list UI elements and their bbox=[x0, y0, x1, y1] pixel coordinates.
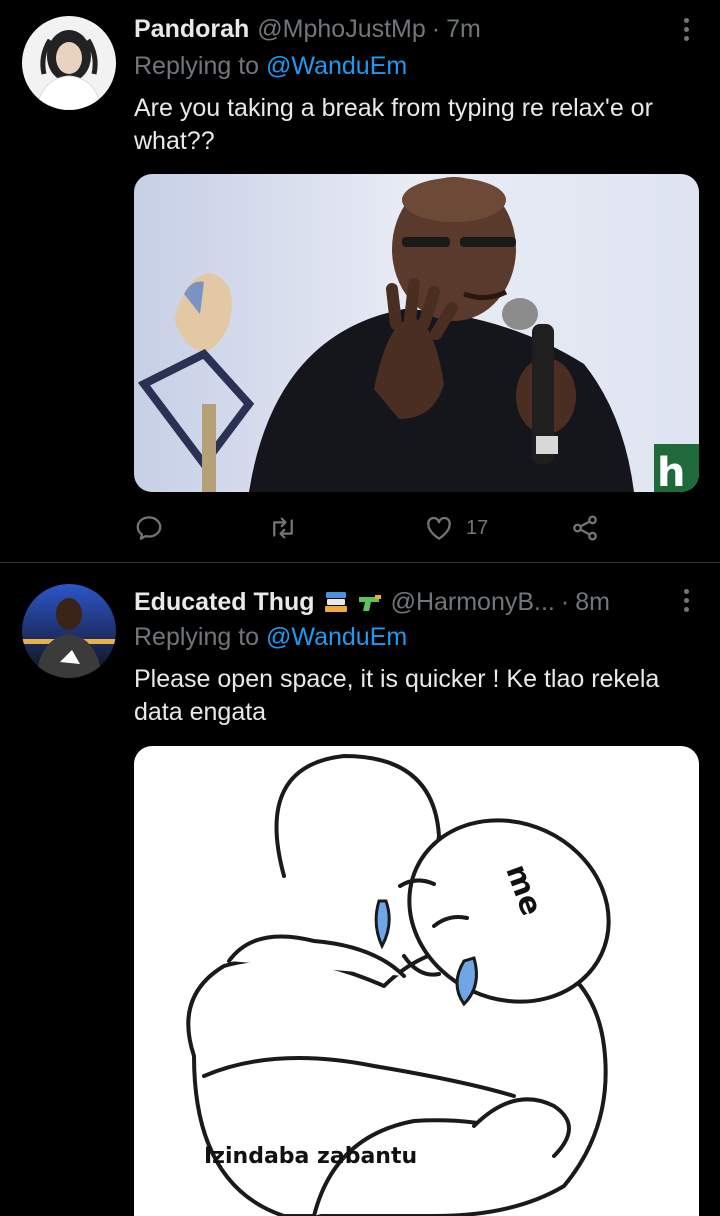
replying-to-line: Replying to @WanduEm bbox=[134, 623, 407, 655]
more-options-icon[interactable] bbox=[678, 12, 694, 46]
tweet-text: Please open space, it is quicker ! Ke tl… bbox=[134, 665, 660, 726]
tweet-educated-thug[interactable]: Educated Thug @HarmonyB... · 8m Replying… bbox=[0, 563, 720, 1216]
reply-button[interactable] bbox=[134, 510, 164, 546]
tweet-timestamp[interactable]: 8m bbox=[575, 588, 610, 617]
tweet-header: Pandorah @MphoJustMp · 7m bbox=[134, 12, 674, 46]
display-name[interactable]: Pandorah bbox=[134, 15, 249, 44]
replying-to-line: Replying to @WanduEm bbox=[134, 52, 407, 84]
like-count: 17 bbox=[466, 516, 489, 539]
tweet-pandorah[interactable]: Pandorah @MphoJustMp · 7m Replying to @W… bbox=[0, 0, 720, 562]
heart-icon bbox=[427, 516, 451, 540]
avatar-educated-thug[interactable] bbox=[22, 584, 116, 678]
tweet-meme-image[interactable]: me Izindaba zabantu bbox=[134, 746, 699, 1216]
tweet-actions: 17 bbox=[134, 510, 614, 546]
books-emoji bbox=[323, 589, 349, 615]
meme-caption: Izindaba zabantu bbox=[204, 1144, 418, 1169]
separator-dot: · bbox=[431, 14, 441, 43]
water-pistol-emoji bbox=[357, 589, 383, 615]
retweet-icon bbox=[273, 517, 293, 539]
tweet-timestamp[interactable]: 7m bbox=[446, 15, 481, 44]
separator-dot: · bbox=[560, 587, 570, 616]
tweet-photo[interactable]: h bbox=[134, 174, 699, 492]
retweet-button[interactable] bbox=[268, 510, 298, 546]
like-button[interactable]: 17 bbox=[424, 510, 488, 546]
user-handle[interactable]: @MphoJustMp bbox=[257, 15, 426, 44]
replying-to-label: Replying to bbox=[134, 52, 267, 80]
user-handle[interactable]: @HarmonyB... bbox=[391, 588, 555, 617]
tweet-header: Educated Thug @HarmonyB... · 8m bbox=[134, 585, 674, 619]
replying-to-mention[interactable]: @WanduEm bbox=[266, 623, 407, 651]
svg-text:h: h bbox=[657, 450, 685, 492]
replying-to-mention[interactable]: @WanduEm bbox=[266, 52, 407, 80]
display-name[interactable]: Educated Thug bbox=[134, 588, 315, 617]
share-button[interactable] bbox=[570, 510, 600, 546]
avatar-pandorah[interactable] bbox=[22, 16, 116, 110]
more-options-icon[interactable] bbox=[678, 583, 694, 617]
comment-icon bbox=[136, 516, 162, 540]
tweet-text: Are you taking a break from typing re re… bbox=[134, 94, 653, 155]
share-icon bbox=[573, 515, 597, 541]
replying-to-label: Replying to bbox=[134, 623, 267, 651]
